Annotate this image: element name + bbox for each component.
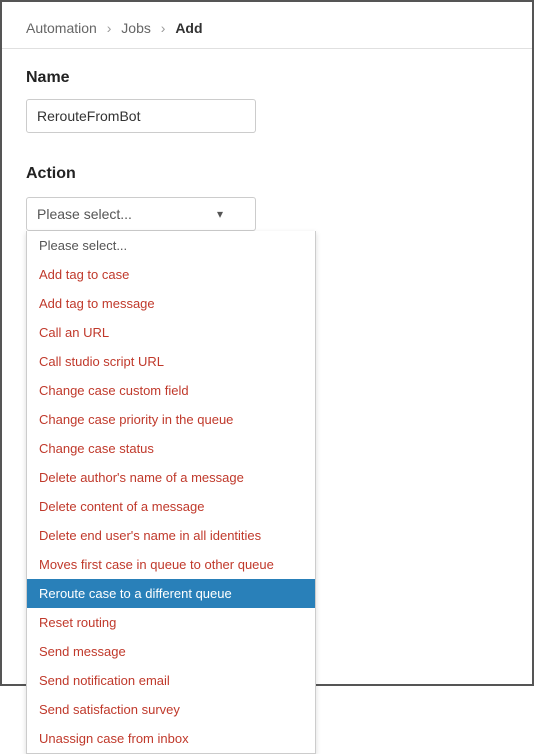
dropdown-item-add_tag_case[interactable]: Add tag to case xyxy=(27,260,315,289)
breadcrumb: Automation › Jobs › Add xyxy=(2,2,532,49)
dropdown-item-reroute[interactable]: Reroute case to a different queue xyxy=(27,579,315,608)
action-section: Action Please select... ▾ Please select.… xyxy=(26,165,508,231)
dropdown-item-add_tag_message[interactable]: Add tag to message xyxy=(27,289,315,318)
dropdown-item-change_priority[interactable]: Change case priority in the queue xyxy=(27,405,315,434)
dropdown-item-send_message[interactable]: Send message xyxy=(27,637,315,666)
dropdown-item-moves_first[interactable]: Moves first case in queue to other queue xyxy=(27,550,315,579)
select-placeholder: Please select... xyxy=(37,206,132,222)
breadcrumb-sep2: › xyxy=(161,20,166,36)
dropdown-item-unassign[interactable]: Unassign case from inbox xyxy=(27,724,315,753)
dropdown-list: Please select...Add tag to caseAdd tag t… xyxy=(26,231,316,754)
breadcrumb-sep1: › xyxy=(107,20,112,36)
page-container: Automation › Jobs › Add Name Action Plea… xyxy=(0,0,534,686)
dropdown-item-send_notification[interactable]: Send notification email xyxy=(27,666,315,695)
name-input[interactable] xyxy=(26,99,256,133)
dropdown-item-call_url[interactable]: Call an URL xyxy=(27,318,315,347)
action-label: Action xyxy=(26,165,508,183)
dropdown-item-send_survey[interactable]: Send satisfaction survey xyxy=(27,695,315,724)
dropdown-item-call_studio[interactable]: Call studio script URL xyxy=(27,347,315,376)
dropdown-item-placeholder[interactable]: Please select... xyxy=(27,231,315,260)
chevron-down-icon: ▾ xyxy=(217,207,223,221)
dropdown-item-delete_end_user[interactable]: Delete end user's name in all identities xyxy=(27,521,315,550)
breadcrumb-part2: Jobs xyxy=(121,20,151,36)
dropdown-item-delete_author[interactable]: Delete author's name of a message xyxy=(27,463,315,492)
dropdown-item-delete_content[interactable]: Delete content of a message xyxy=(27,492,315,521)
action-select-wrapper: Please select... ▾ Please select...Add t… xyxy=(26,197,256,231)
breadcrumb-part3: Add xyxy=(175,20,202,36)
dropdown-item-reset_routing[interactable]: Reset routing xyxy=(27,608,315,637)
breadcrumb-part1: Automation xyxy=(26,20,97,36)
action-select-display[interactable]: Please select... ▾ xyxy=(26,197,256,231)
dropdown-item-change_status[interactable]: Change case status xyxy=(27,434,315,463)
name-label: Name xyxy=(26,69,508,87)
main-content: Name Action Please select... ▾ Please se… xyxy=(2,49,532,251)
dropdown-item-change_custom_field[interactable]: Change case custom field xyxy=(27,376,315,405)
